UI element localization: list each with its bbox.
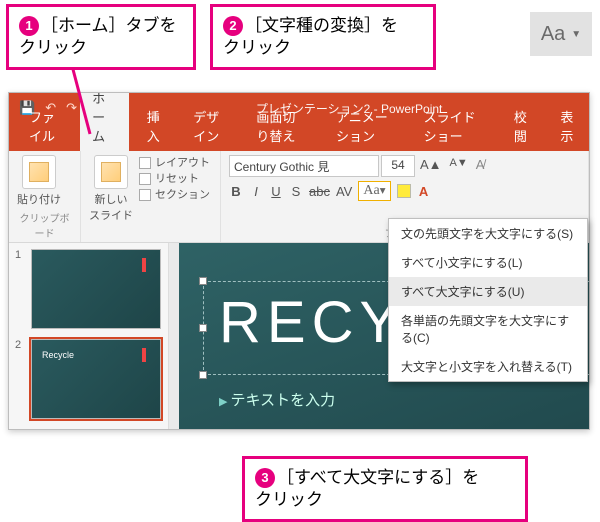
underline-button[interactable]: U <box>269 184 283 199</box>
group-slides-label <box>89 227 212 240</box>
section-label: セクション <box>155 187 210 203</box>
menu-lowercase[interactable]: すべて小文字にする(L) <box>389 248 587 277</box>
change-case-menu: 文の先頭文字を大文字にする(S) すべて小文字にする(L) すべて大文字にする(… <box>388 218 588 382</box>
clear-formatting-button[interactable]: A̸ <box>473 155 488 177</box>
highlight-color-button[interactable] <box>397 184 411 198</box>
callout-2-l1: ［文字種の変換］を <box>245 16 398 35</box>
menu-toggle-case[interactable]: 大文字と小文字を入れ替える(T) <box>389 352 587 381</box>
callout-1-l2: クリック <box>19 38 87 57</box>
accent-bar <box>142 258 146 272</box>
section-button[interactable]: セクション <box>139 187 210 203</box>
thumb-1-number: 1 <box>15 249 25 329</box>
callout-1: 1［ホーム］タブを クリック <box>6 4 196 70</box>
new-slide-label: 新しい スライド <box>89 191 133 223</box>
thumbnail-1[interactable]: 1 <box>15 249 162 329</box>
ribbon-tabs: ファイル ホーム 挿入 デザイン 画面切り替え アニメーション スライド ショー… <box>9 123 589 151</box>
italic-button[interactable]: I <box>249 184 263 199</box>
thumb-2-preview: Recycle <box>31 339 161 419</box>
shrink-font-button[interactable]: A▼ <box>447 155 471 177</box>
font-size-select[interactable]: 54 <box>381 155 415 177</box>
aa-icon: Aa <box>541 23 565 46</box>
new-slide-button[interactable]: 新しい スライド <box>89 155 133 223</box>
callout-3-l2: クリック <box>255 490 323 509</box>
group-clipboard-label: クリップボード <box>17 208 72 240</box>
reset-label: リセット <box>155 171 199 187</box>
callout-1-l1: ［ホーム］タブを <box>41 16 177 35</box>
change-case-icon-demo: Aa ▼ <box>530 12 592 56</box>
reset-icon <box>139 173 151 185</box>
change-case-button[interactable]: Aa▾ <box>358 181 390 201</box>
menu-sentence-case[interactable]: 文の先頭文字を大文字にする(S) <box>389 219 587 248</box>
resize-handle[interactable] <box>199 324 207 332</box>
chevron-down-icon: ▼ <box>571 29 581 40</box>
layout-button[interactable]: レイアウト <box>139 155 210 171</box>
font-color-button[interactable]: A <box>417 184 431 199</box>
callout-3: 3［すべて大文字にする］を クリック <box>242 456 528 522</box>
layout-label: レイアウト <box>155 155 210 171</box>
paste-label: 貼り付け <box>17 191 61 207</box>
callout-2-num: 2 <box>223 16 243 36</box>
paste-button[interactable]: 貼り付け <box>17 155 61 207</box>
resize-handle[interactable] <box>199 371 207 379</box>
slide-thumbnails: 1 2 Recycle <box>9 243 169 429</box>
accent-bar <box>142 348 146 362</box>
group-slides: 新しい スライド レイアウト リセット セクション <box>81 151 221 242</box>
bold-button[interactable]: B <box>229 184 243 199</box>
thumbnail-2[interactable]: 2 Recycle <box>15 339 162 419</box>
thumb-1-preview <box>31 249 161 329</box>
char-spacing-button[interactable]: AV <box>336 184 352 199</box>
grow-font-button[interactable]: A▲ <box>417 155 445 177</box>
group-clipboard: 貼り付け クリップボード <box>9 151 81 242</box>
section-icon <box>139 189 151 201</box>
menu-capitalize-each-word[interactable]: 各単語の先頭文字を大文字にする(C) <box>389 306 587 352</box>
menu-uppercase[interactable]: すべて大文字にする(U) <box>389 277 587 306</box>
new-slide-icon <box>94 155 128 189</box>
resize-handle[interactable] <box>199 277 207 285</box>
thumb-2-text: Recycle <box>42 350 74 360</box>
layout-icon <box>139 157 151 169</box>
callout-2: 2［文字種の変換］を クリック <box>210 4 436 70</box>
strikethrough-button[interactable]: abc <box>309 184 330 199</box>
callout-1-num: 1 <box>19 16 39 36</box>
callout-3-num: 3 <box>255 468 275 488</box>
window-title: プレゼンテーション2 - PowerPoint <box>109 100 589 117</box>
tab-file[interactable]: ファイル <box>17 102 74 151</box>
callout-3-l1: ［すべて大文字にする］を <box>277 468 479 487</box>
slide-subtitle-text[interactable]: テキストを入力 <box>219 389 335 410</box>
thumb-2-number: 2 <box>15 339 25 419</box>
callout-2-l2: クリック <box>223 38 291 57</box>
reset-button[interactable]: リセット <box>139 171 210 187</box>
font-name-select[interactable]: Century Gothic 見 <box>229 155 379 177</box>
shadow-button[interactable]: S <box>289 184 303 199</box>
paste-icon <box>22 155 56 189</box>
